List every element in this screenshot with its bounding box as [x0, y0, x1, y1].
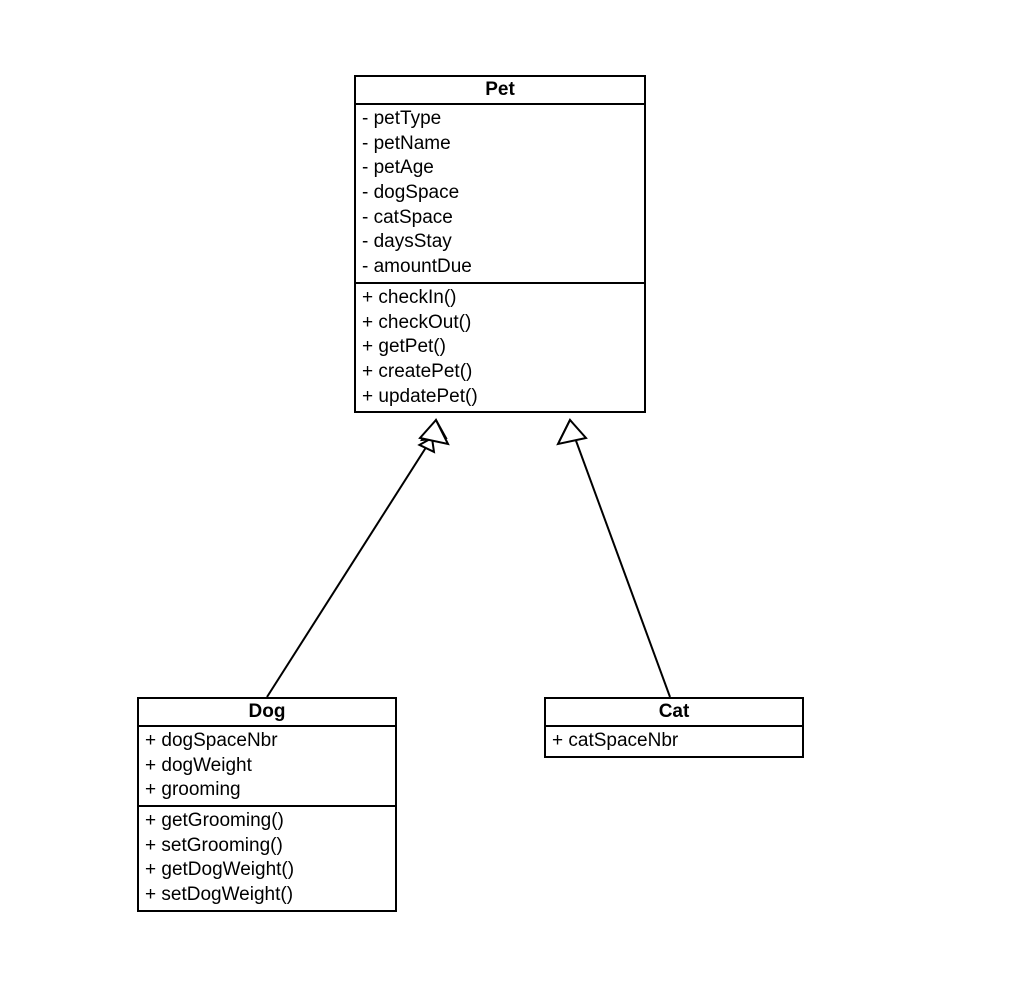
- method: + checkOut(): [362, 311, 638, 336]
- attribute: - amountDue: [362, 255, 638, 280]
- class-pet: Pet - petType - petName - petAge - dogSp…: [354, 75, 646, 413]
- method: + getPet(): [362, 335, 638, 360]
- class-pet-title: Pet: [356, 77, 644, 105]
- method: + createPet(): [362, 360, 638, 385]
- attribute: - petAge: [362, 156, 638, 181]
- method: + checkIn(): [362, 286, 638, 311]
- class-cat: Cat + catSpaceNbr: [544, 697, 804, 758]
- arrow-head-dog-pet: [419, 438, 434, 453]
- arrow-line-dog-pet: [267, 438, 432, 697]
- method: + getDogWeight(): [145, 858, 389, 883]
- inheritance-arrowhead-dog: [420, 420, 448, 444]
- attribute: - daysStay: [362, 230, 638, 255]
- inheritance-arrowhead-cat: [558, 420, 586, 444]
- attribute: + dogSpaceNbr: [145, 729, 389, 754]
- method: + setGrooming(): [145, 834, 389, 859]
- attribute: - petType: [362, 107, 638, 132]
- attribute: - petName: [362, 132, 638, 157]
- class-dog-attributes: + dogSpaceNbr + dogWeight + grooming: [139, 727, 395, 807]
- class-dog-title: Dog: [139, 699, 395, 727]
- class-cat-attributes: + catSpaceNbr: [546, 727, 802, 756]
- attribute: - dogSpace: [362, 181, 638, 206]
- class-pet-attributes: - petType - petName - petAge - dogSpace …: [356, 105, 644, 284]
- arrow-line-cat-pet: [575, 438, 670, 697]
- class-cat-title: Cat: [546, 699, 802, 727]
- attribute: + catSpaceNbr: [552, 729, 796, 754]
- arrowhead-dog-icon: [422, 420, 446, 440]
- method: + setDogWeight(): [145, 883, 389, 908]
- class-dog: Dog + dogSpaceNbr + dogWeight + grooming…: [137, 697, 397, 912]
- method: + getGrooming(): [145, 809, 389, 834]
- attribute: + dogWeight: [145, 754, 389, 779]
- class-pet-methods: + checkIn() + checkOut() + getPet() + cr…: [356, 284, 644, 411]
- attribute: - catSpace: [362, 206, 638, 231]
- arrowhead-cat-icon: [560, 420, 584, 440]
- method: + updatePet(): [362, 385, 638, 410]
- attribute: + grooming: [145, 778, 389, 803]
- class-dog-methods: + getGrooming() + setGrooming() + getDog…: [139, 807, 395, 910]
